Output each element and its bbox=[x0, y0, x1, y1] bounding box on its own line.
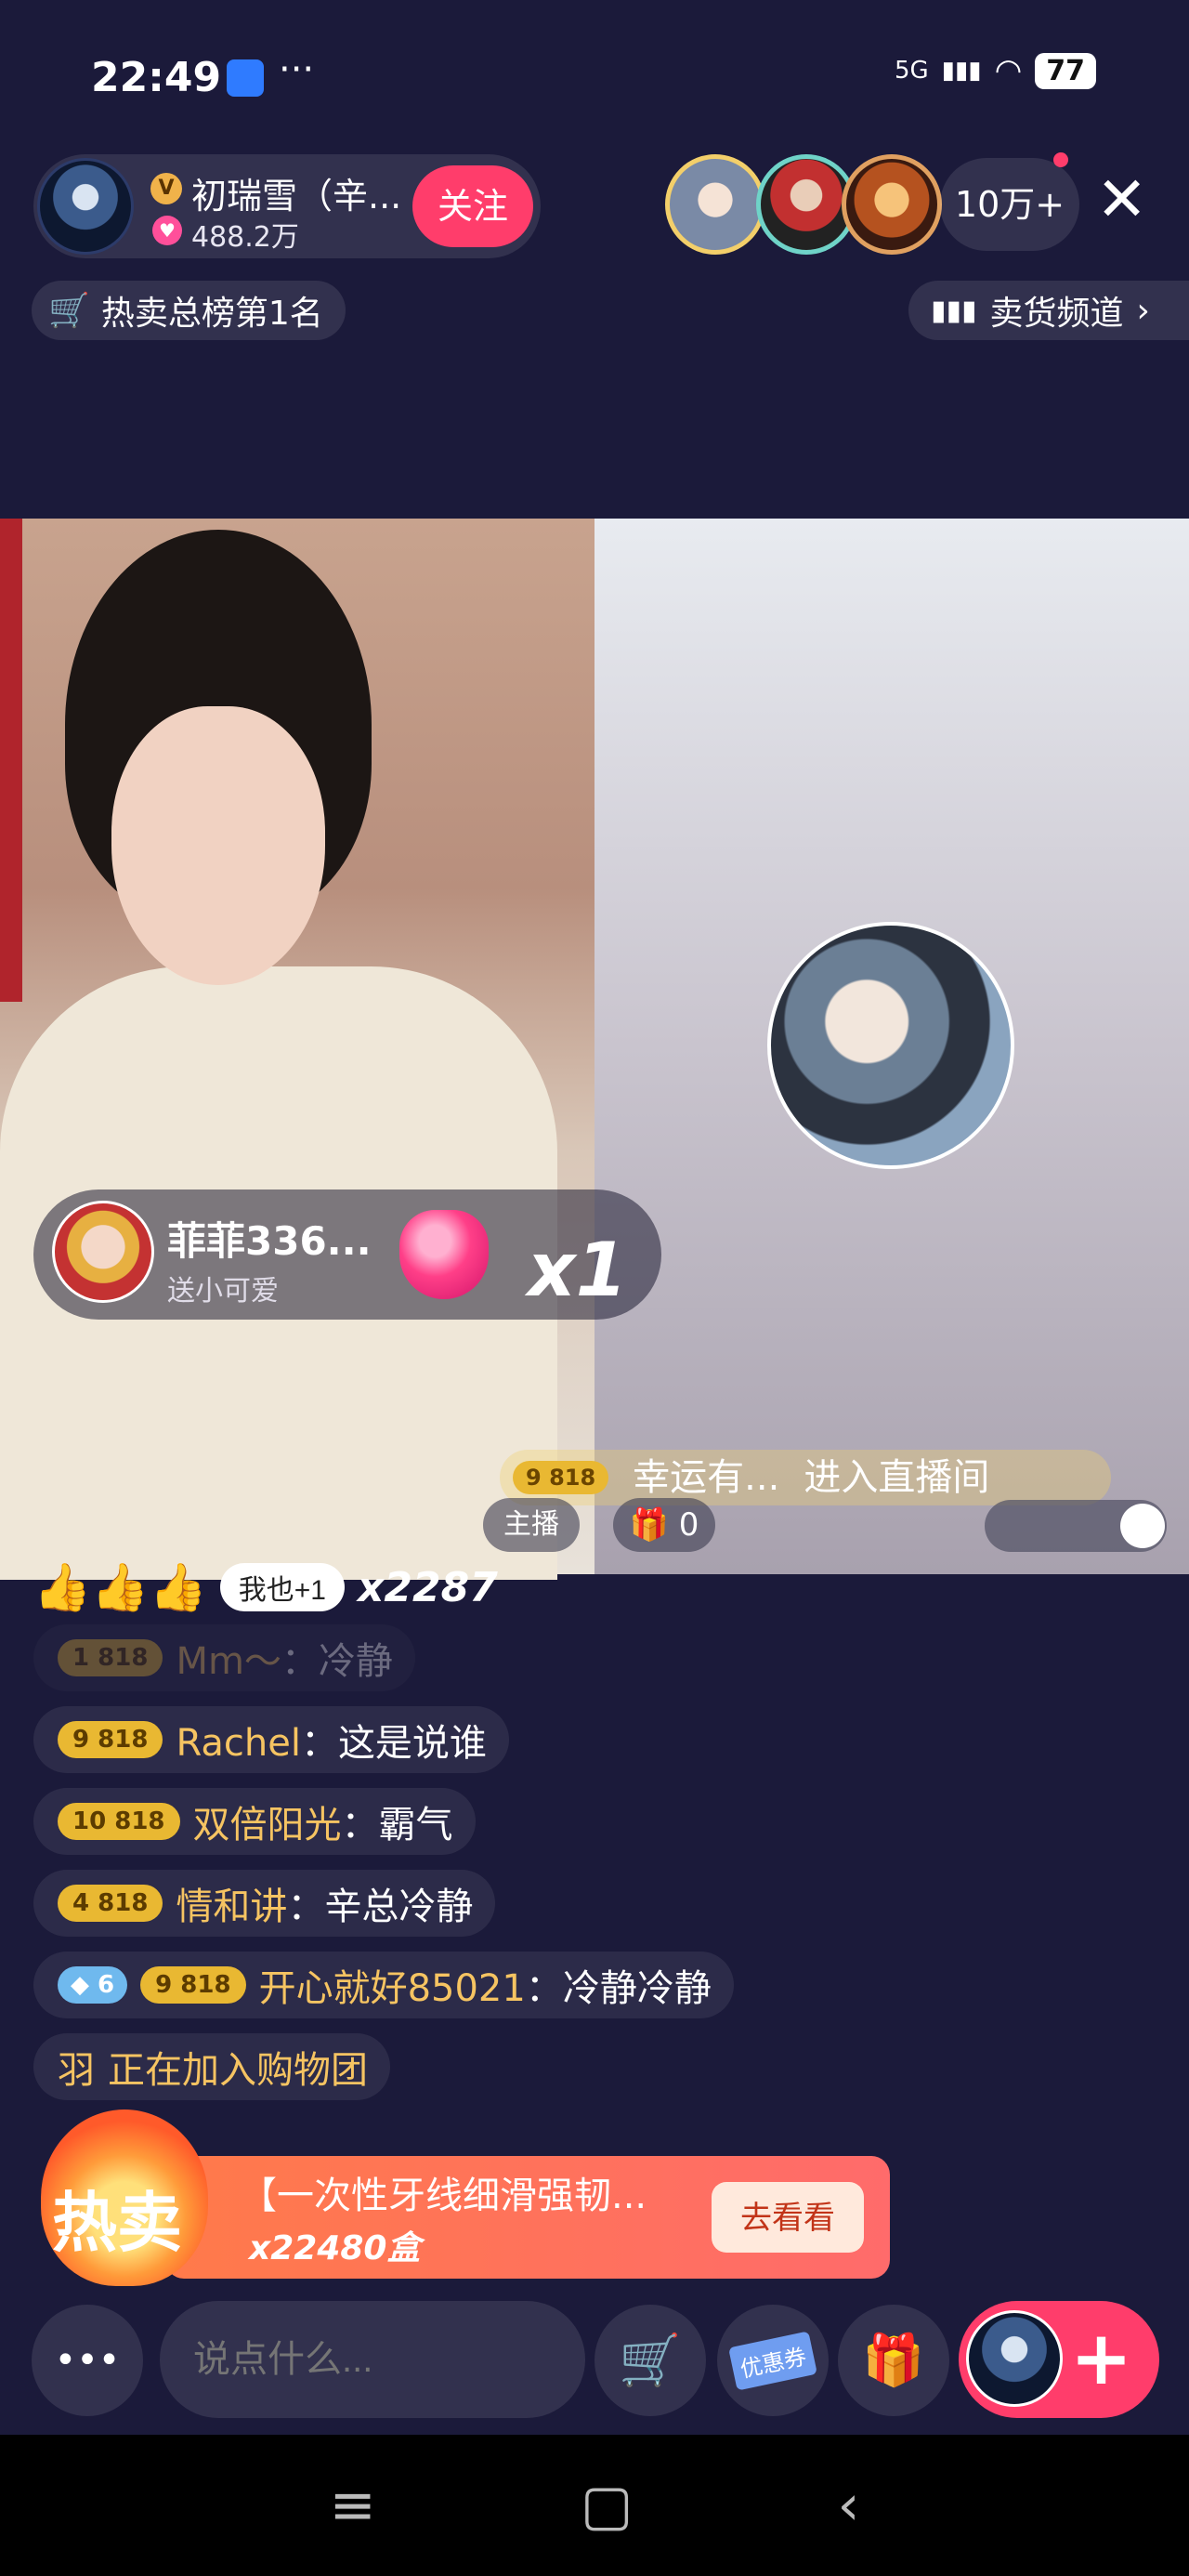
more-status-icon: ··· bbox=[279, 48, 315, 91]
join-message: 羽 正在加入购物团 bbox=[33, 2033, 390, 2100]
channel-label: 卖货频道 bbox=[989, 295, 1124, 333]
chat-message: 1 818 Mm～：冷静 bbox=[33, 1624, 415, 1691]
host-avatar[interactable] bbox=[37, 158, 134, 255]
level-badge: 9 818 bbox=[140, 1966, 246, 2004]
lucky-text: 幸运有... bbox=[633, 1456, 780, 1499]
more-icon[interactable]: ••• bbox=[32, 2305, 143, 2416]
host-figure-face bbox=[111, 706, 325, 985]
network-label: 5G bbox=[894, 57, 929, 85]
guest-avatar[interactable] bbox=[767, 922, 1014, 1169]
product-sales-count: x22480盒 bbox=[249, 2229, 421, 2267]
heart-gift-icon bbox=[399, 1210, 489, 1299]
wifi-icon: ◠ bbox=[994, 52, 1023, 89]
user-avatar bbox=[966, 2310, 1063, 2407]
host-tag: 主播 bbox=[483, 1498, 580, 1552]
chat-user[interactable]: 双倍阳光 bbox=[193, 1804, 342, 1847]
chevron-right-icon: › bbox=[1136, 291, 1150, 330]
chat-text: 冷静冷静 bbox=[562, 1967, 712, 2010]
likes-row: 👍👍👍 我也+1 x2287 bbox=[33, 1550, 498, 1624]
level-badge: 9 818 bbox=[58, 1721, 163, 1758]
back-icon[interactable]: ‹ bbox=[837, 2473, 859, 2538]
chat-text: 这是说谁 bbox=[337, 1722, 487, 1765]
gift-sender-avatar[interactable] bbox=[52, 1201, 154, 1303]
chat-user[interactable]: Mm～ bbox=[176, 1640, 281, 1683]
chat-user[interactable]: Rachel bbox=[176, 1722, 301, 1765]
sales-channel-button[interactable]: ▮▮▮ 卖货频道 › bbox=[908, 281, 1189, 340]
heart-icon: ♥ bbox=[152, 216, 182, 245]
chat-message: ◆ 6 9 818 开心就好85021：冷静冷静 bbox=[33, 1952, 734, 2018]
chat-text: 辛总冷静 bbox=[324, 1886, 474, 1928]
battery-icon: 77 bbox=[1035, 52, 1096, 89]
join-user[interactable]: 羽 bbox=[58, 2040, 95, 2094]
gift-counter[interactable]: 🎁 0 bbox=[613, 1498, 715, 1552]
gift-action: 送小可爱 bbox=[167, 1275, 279, 1308]
rank-badge[interactable]: 🛒 热卖总榜第1名 bbox=[32, 281, 346, 340]
chat-user[interactable]: 情和讲 bbox=[176, 1886, 287, 1928]
viewer-avatar[interactable] bbox=[665, 154, 765, 255]
shopping-cart-icon[interactable]: 🛒 bbox=[594, 2305, 706, 2416]
rank-label: 热卖总榜第1名 bbox=[100, 295, 323, 333]
menu-icon[interactable]: ≡ bbox=[330, 2473, 376, 2538]
system-nav-bar: ≡ ▢ ‹ bbox=[0, 2435, 1189, 2576]
home-icon[interactable]: ▢ bbox=[581, 2473, 634, 2538]
chat-message: 9 818 Rachel：这是说谁 bbox=[33, 1706, 509, 1773]
plus-icon: + bbox=[1070, 2315, 1133, 2401]
signal-icon: ▮▮▮ bbox=[941, 57, 982, 85]
join-text: 正在加入购物团 bbox=[108, 2049, 368, 2092]
status-right: 5G ▮▮▮ ◠ 77 bbox=[895, 52, 1096, 89]
hot-sale-label: 热卖 bbox=[52, 2185, 182, 2261]
cart-icon: 🛒 bbox=[48, 292, 90, 330]
viewer-count[interactable]: 10万+ bbox=[940, 158, 1079, 251]
level-badge: 1 818 bbox=[58, 1639, 163, 1676]
app-notification-icon bbox=[227, 59, 264, 97]
chat-text: 霸气 bbox=[378, 1804, 453, 1847]
chat-message: 4 818 情和讲：辛总冷静 bbox=[33, 1870, 496, 1937]
coupon-icon[interactable]: 优惠券 bbox=[717, 2305, 829, 2416]
comment-input[interactable] bbox=[160, 2301, 585, 2418]
chat-user[interactable]: 开心就好85021 bbox=[259, 1967, 526, 2010]
notification-dot bbox=[1053, 152, 1068, 167]
enter-room-link[interactable]: 进入直播间 bbox=[804, 1450, 989, 1505]
viewer-avatar[interactable] bbox=[842, 154, 942, 255]
me-too-button[interactable]: 我也+1 bbox=[219, 1563, 345, 1611]
chat-message: 10 818 双倍阳光：霸气 bbox=[33, 1788, 476, 1855]
diamond-badge: ◆ 6 bbox=[58, 1966, 128, 2004]
chat-text: 冷静 bbox=[318, 1640, 393, 1683]
toggle-knob bbox=[1120, 1504, 1165, 1548]
video-backdrop-strip bbox=[0, 519, 22, 1002]
level-badge: 9 818 bbox=[513, 1461, 609, 1494]
follow-button[interactable]: 关注 bbox=[412, 165, 533, 247]
verified-icon: V bbox=[150, 173, 182, 204]
gift-box-icon: 🎁 bbox=[629, 1506, 669, 1544]
likes-count: x2287 bbox=[358, 1563, 498, 1611]
host-likes: 488.2万 bbox=[191, 221, 299, 254]
lucky-bar[interactable]: 9 818 幸运有... 进入直播间 bbox=[500, 1450, 1111, 1505]
gift-count: x1 bbox=[528, 1227, 628, 1313]
gift-icon[interactable]: 🎁 bbox=[838, 2305, 949, 2416]
level-badge: 4 818 bbox=[58, 1885, 163, 1922]
close-icon[interactable]: ✕ bbox=[1096, 169, 1147, 230]
gift-sender-name: 菲菲336... bbox=[167, 1218, 372, 1264]
level-badge: 10 818 bbox=[58, 1803, 180, 1840]
view-product-button[interactable]: 去看看 bbox=[712, 2182, 864, 2253]
status-time: 22:49 bbox=[91, 54, 222, 101]
bar-chart-icon: ▮▮▮ bbox=[931, 294, 977, 327]
host-name[interactable]: 初瑞雪（辛... bbox=[191, 167, 401, 218]
product-title[interactable]: 【一次性牙线细滑强韧... bbox=[240, 2165, 647, 2219]
thumbs-up-icon: 👍👍👍 bbox=[33, 1559, 207, 1614]
